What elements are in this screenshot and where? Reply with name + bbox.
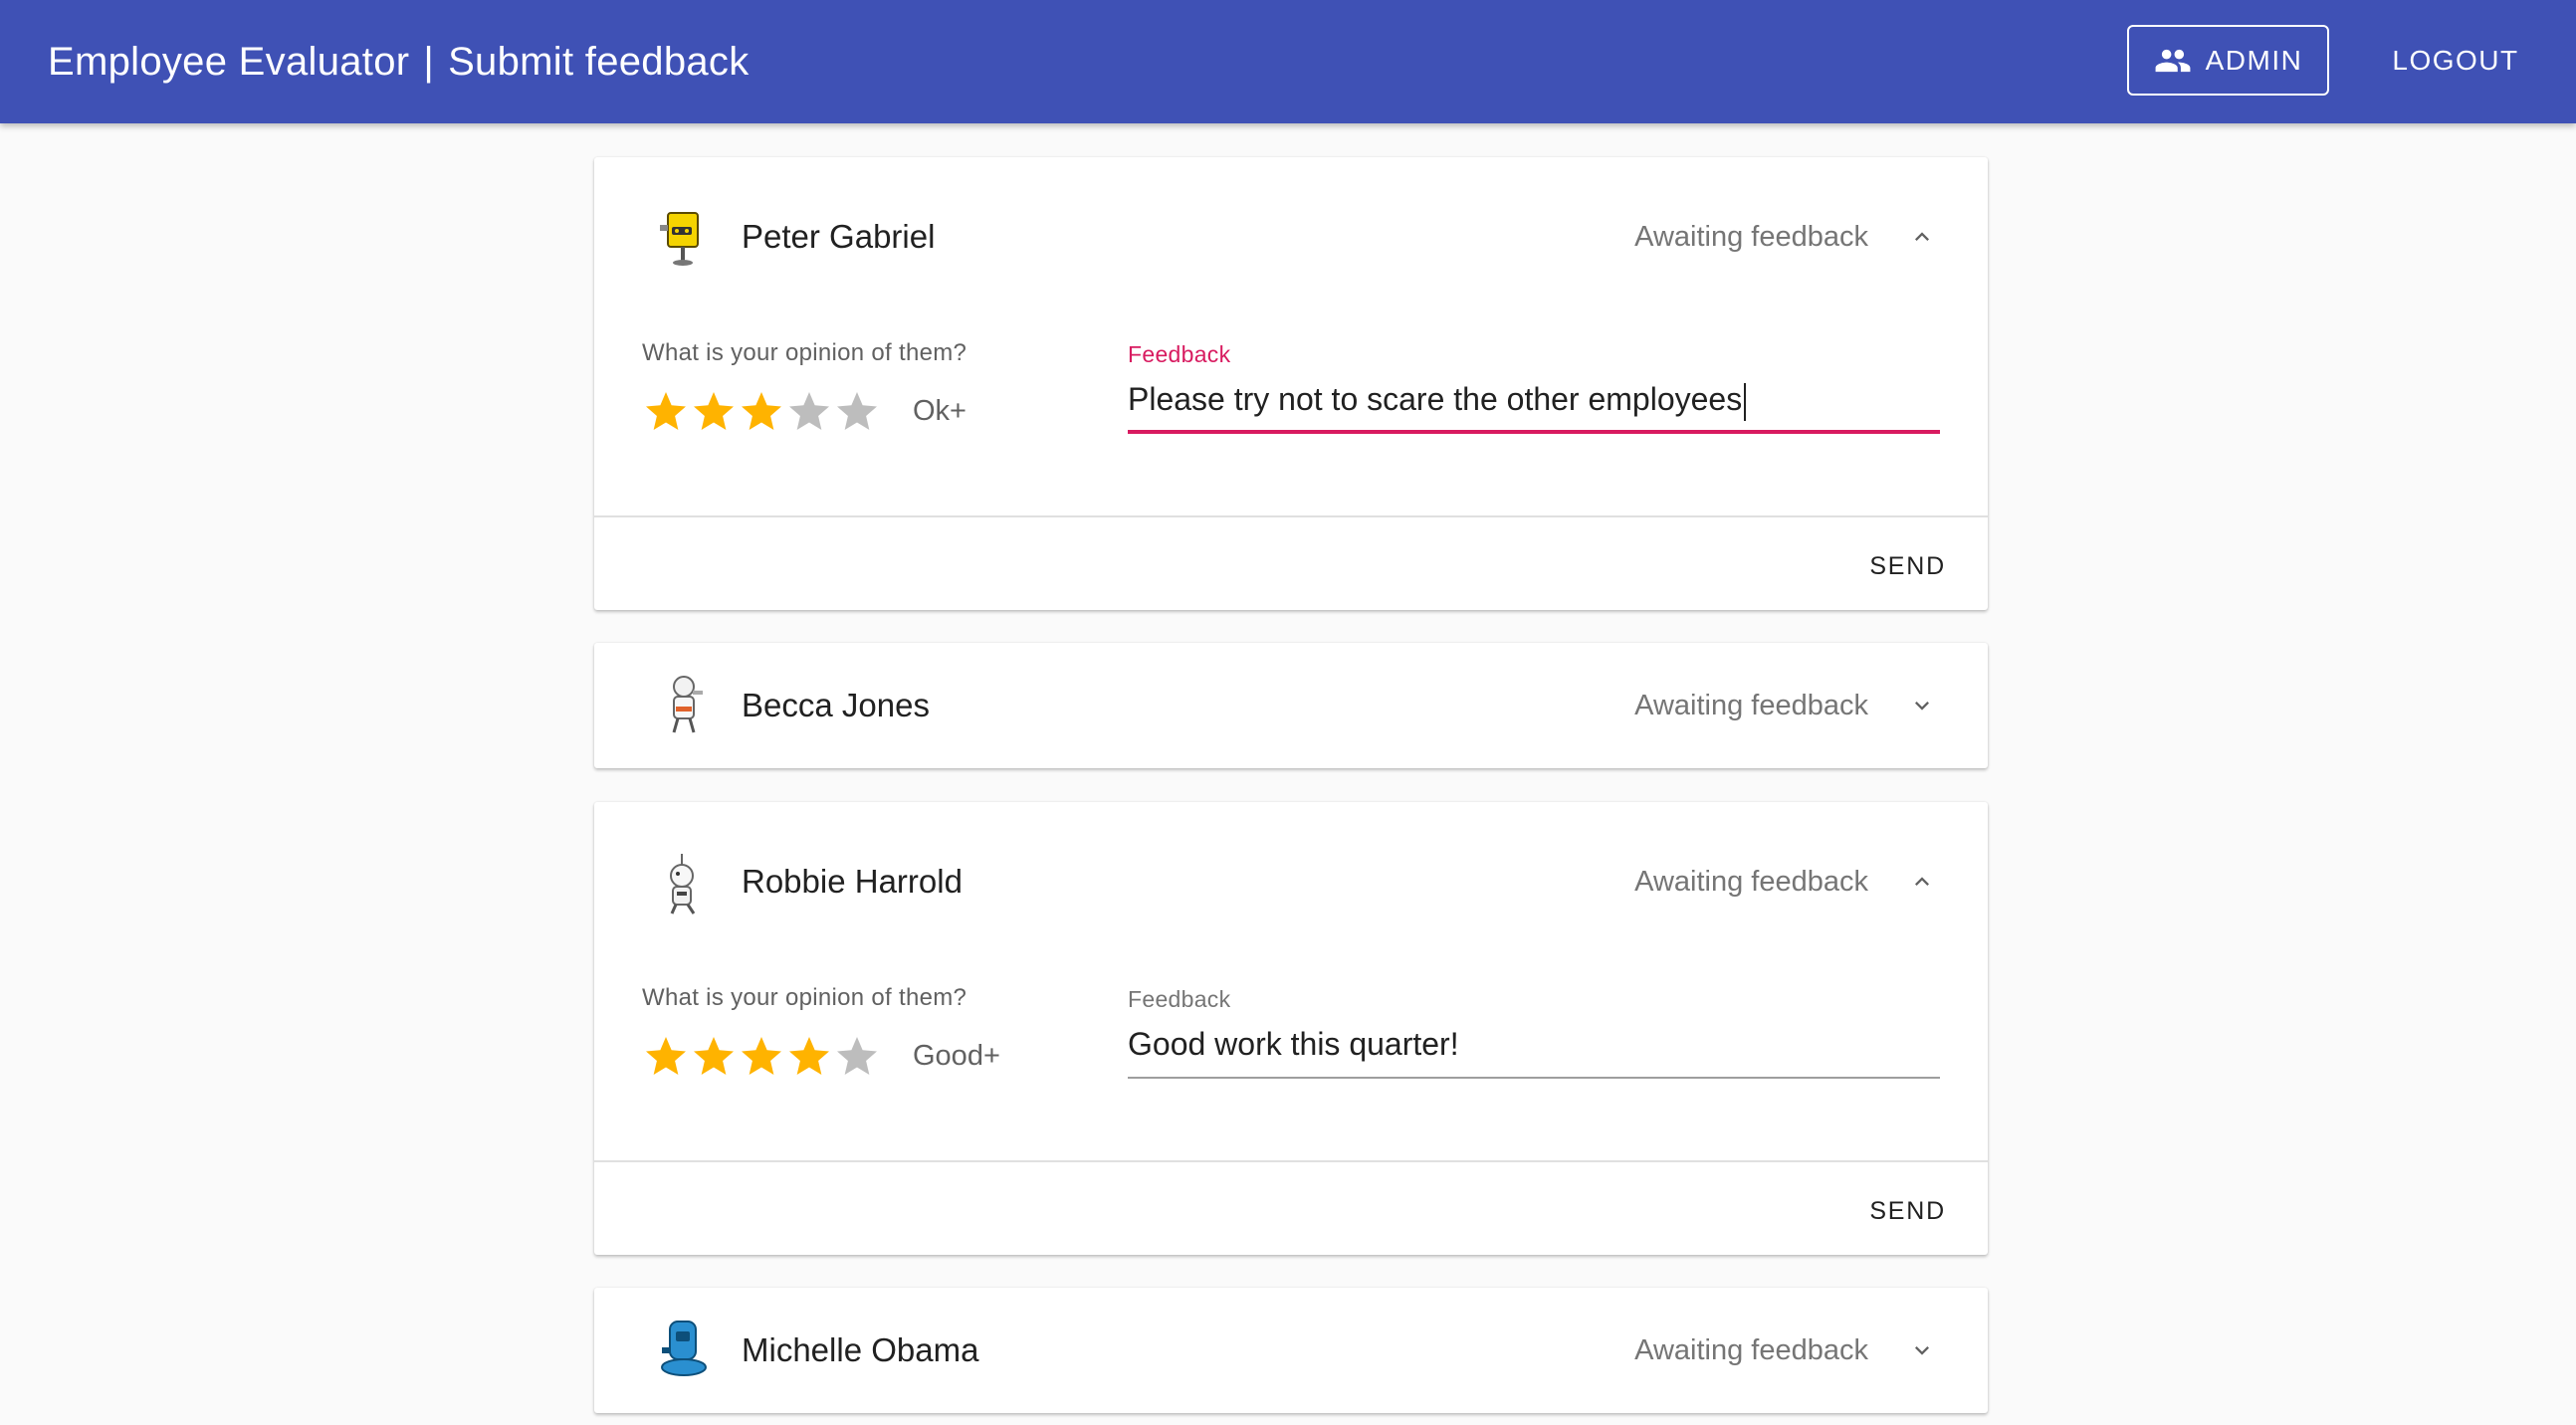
chevron-down-icon[interactable] (1908, 692, 1936, 719)
star-filled-icon[interactable] (642, 1033, 690, 1081)
rating-text: Ok+ (913, 395, 966, 427)
opinion-label: What is your opinion of them? (642, 339, 967, 366)
employee-name: Robbie Harrold (742, 863, 963, 900)
star-empty-icon[interactable] (785, 388, 833, 436)
app-bar: Employee Evaluator | Submit feedback ADM… (0, 0, 2576, 123)
star-filled-icon[interactable] (738, 388, 785, 436)
employee-card: Michelle Obama Awaiting feedback (594, 1288, 1988, 1413)
card-divider (594, 515, 1988, 517)
text-caret (1744, 382, 1747, 421)
feedback-value: Good work this quarter! (1128, 1026, 1459, 1062)
card-header[interactable]: Robbie Harrold Awaiting feedback (594, 802, 1988, 961)
status-text: Awaiting feedback (1634, 1333, 1868, 1366)
yellow-robot-icon (660, 212, 699, 266)
blue-robot-icon (661, 1321, 707, 1376)
app-title: Employee Evaluator | Submit feedback (48, 0, 750, 123)
card-header[interactable]: Becca Jones Awaiting feedback (594, 643, 1988, 768)
opinion-label: What is your opinion of them? (642, 984, 967, 1011)
employee-name: Michelle Obama (742, 1331, 979, 1368)
feedback-value: Please try not to scare the other employ… (1128, 381, 1743, 417)
employee-card: Robbie Harrold Awaiting feedback What is… (594, 802, 1988, 1255)
employee-name: Becca Jones (742, 687, 930, 723)
employee-card: Becca Jones Awaiting feedback (594, 643, 1988, 768)
star-filled-icon[interactable] (642, 388, 690, 436)
antenna-robot-icon (670, 854, 696, 915)
chevron-up-icon[interactable] (1908, 223, 1936, 251)
employee-card: Peter Gabriel Awaiting feedback What is … (594, 157, 1988, 610)
page-title: Submit feedback (448, 39, 750, 84)
feedback-label: Feedback (1128, 986, 1231, 1012)
star-rating[interactable] (642, 388, 881, 436)
card-header[interactable]: Peter Gabriel Awaiting feedback (594, 157, 1988, 316)
feedback-label: Feedback (1128, 341, 1231, 367)
people-icon (2155, 49, 2191, 72)
star-filled-icon[interactable] (785, 1033, 833, 1081)
card-divider (594, 1160, 1988, 1162)
title-separator: | (423, 39, 435, 84)
feedback-underline (1128, 430, 1940, 434)
chevron-up-icon[interactable] (1908, 868, 1936, 896)
admin-button[interactable]: ADMIN (2127, 25, 2329, 96)
status-text: Awaiting feedback (1634, 865, 1868, 898)
send-button[interactable]: SEND (1869, 1189, 1946, 1234)
feedback-input[interactable]: Please try not to scare the other employ… (1128, 381, 1940, 431)
status-text: Awaiting feedback (1634, 689, 1868, 721)
star-filled-icon[interactable] (690, 1033, 738, 1081)
star-empty-icon[interactable] (833, 388, 881, 436)
employee-name: Peter Gabriel (742, 218, 936, 255)
logout-button[interactable]: LOGOUT (2381, 25, 2530, 96)
app-name: Employee Evaluator (48, 39, 410, 84)
chevron-down-icon[interactable] (1908, 1336, 1936, 1364)
admin-label: ADMIN (2205, 44, 2303, 76)
star-filled-icon[interactable] (738, 1033, 785, 1081)
send-button[interactable]: SEND (1869, 544, 1946, 589)
card-header[interactable]: Michelle Obama Awaiting feedback (594, 1288, 1988, 1413)
star-empty-icon[interactable] (833, 1033, 881, 1081)
white-robot-icon (672, 676, 703, 733)
star-filled-icon[interactable] (690, 388, 738, 436)
status-text: Awaiting feedback (1634, 220, 1868, 253)
feedback-underline (1128, 1077, 1940, 1079)
star-rating[interactable] (642, 1033, 881, 1081)
feedback-input[interactable]: Good work this quarter! (1128, 1026, 1940, 1076)
rating-text: Good+ (913, 1040, 1000, 1072)
